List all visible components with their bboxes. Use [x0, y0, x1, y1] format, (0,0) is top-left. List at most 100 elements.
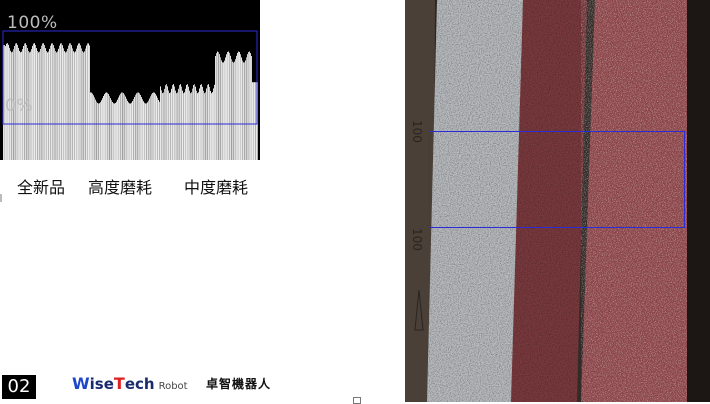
profile-column	[145, 103, 146, 160]
profile-column	[85, 48, 86, 160]
profile-column	[114, 103, 115, 160]
profile-column	[169, 93, 170, 160]
profile-column	[244, 62, 245, 160]
profile-column	[243, 62, 244, 160]
profile-column	[40, 49, 41, 160]
profile-column	[106, 92, 107, 160]
profile-column	[96, 101, 97, 160]
profile-column	[111, 100, 112, 160]
profile-column	[203, 90, 204, 160]
profile-column	[253, 82, 254, 160]
profile-column	[121, 92, 122, 160]
profile-column	[42, 43, 43, 160]
company-name-cn: 卓智機器人	[206, 377, 272, 391]
profile-column	[226, 54, 227, 160]
profile-column	[128, 102, 129, 160]
profile-column	[184, 92, 185, 160]
profile-column	[229, 52, 230, 160]
profile-column	[166, 84, 167, 160]
profile-column	[209, 86, 210, 160]
profile-column	[216, 53, 217, 160]
profile-column	[214, 84, 215, 160]
profile-column	[94, 97, 95, 160]
profile-column	[201, 84, 202, 160]
profile-column	[233, 62, 234, 160]
profile-column	[187, 84, 188, 160]
profile-column	[93, 95, 94, 160]
profile-column	[61, 43, 62, 160]
profile-column	[154, 92, 155, 160]
profile-column	[36, 48, 37, 160]
profile-column	[56, 52, 57, 160]
profile-column	[167, 86, 168, 160]
profile-column	[155, 93, 156, 160]
profile-column	[115, 103, 116, 160]
profile-column	[227, 52, 228, 160]
profile-column	[210, 90, 211, 160]
photo-roi-box[interactable]	[429, 131, 685, 228]
profile-column	[254, 82, 255, 160]
profile-column	[207, 84, 208, 160]
profile-column	[182, 90, 183, 160]
profile-column	[84, 51, 85, 160]
profile-column	[123, 93, 124, 160]
profile-column	[82, 51, 83, 160]
profile-column	[211, 93, 212, 160]
profile-column	[152, 93, 153, 160]
profile-column	[35, 45, 36, 160]
profile-column	[48, 51, 49, 160]
profile-column	[75, 51, 76, 160]
edge-mark	[0, 194, 2, 202]
profile-column	[181, 86, 182, 160]
profile-column	[151, 94, 152, 160]
profile-column	[63, 48, 64, 160]
resize-handle[interactable]	[353, 397, 361, 404]
profile-column	[221, 60, 222, 160]
profile-column	[219, 54, 220, 160]
profile-column	[200, 84, 201, 160]
profile-column	[189, 90, 190, 160]
profile-column	[87, 43, 88, 160]
profile-column	[110, 98, 111, 160]
profile-column	[236, 55, 237, 160]
profile-column	[251, 56, 252, 160]
profile-column	[89, 45, 90, 160]
profile-column	[230, 55, 231, 160]
profile-column	[73, 51, 74, 160]
profile-column	[205, 92, 206, 160]
profile-column	[136, 93, 137, 160]
profile-column	[49, 48, 50, 160]
profile-column	[220, 57, 221, 160]
profile-column	[240, 54, 241, 160]
profile-column	[113, 103, 114, 160]
profile-column	[212, 92, 213, 160]
profile-column	[194, 84, 195, 160]
profile-column	[118, 97, 119, 160]
profile-column	[161, 90, 162, 160]
profile-column	[50, 45, 51, 160]
profile-column	[92, 93, 93, 160]
profile-column	[143, 101, 144, 160]
grit-text-top: 100	[410, 120, 424, 143]
profile-column	[46, 51, 47, 160]
profile-column	[43, 43, 44, 160]
profile-column	[33, 43, 34, 160]
profile-column	[71, 45, 72, 160]
profile-column	[77, 45, 78, 160]
profile-column	[137, 92, 138, 160]
profile-column	[44, 45, 45, 160]
profile-column	[83, 52, 84, 160]
profile-column	[202, 86, 203, 160]
profile-column	[100, 102, 101, 160]
profile-column	[234, 61, 235, 160]
profile-column	[131, 102, 132, 160]
profile-column	[222, 62, 223, 160]
profile-column	[138, 92, 139, 160]
logo-ise: ise	[89, 375, 114, 393]
profile-column	[112, 102, 113, 160]
profile-column	[188, 86, 189, 160]
profile-column	[104, 94, 105, 160]
profile-column	[80, 45, 81, 160]
profile-column	[38, 52, 39, 160]
profile-column	[135, 94, 136, 160]
